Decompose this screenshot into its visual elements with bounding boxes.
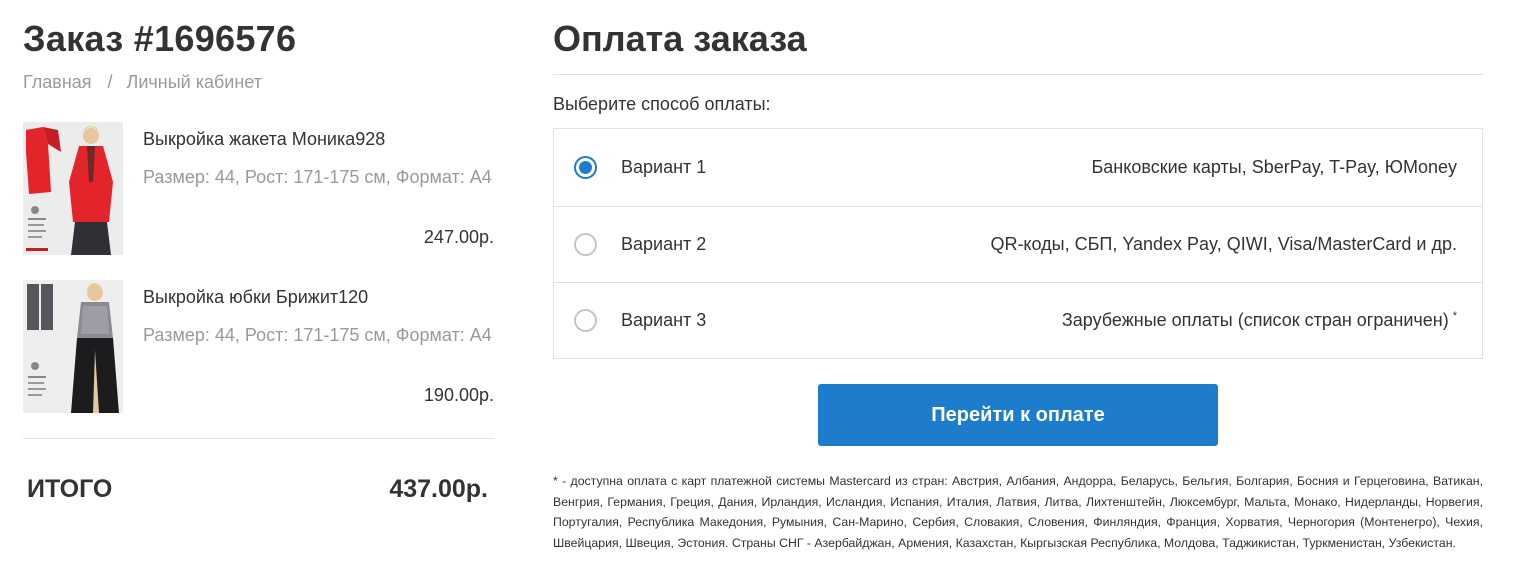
option-label: Вариант 3 bbox=[621, 310, 707, 330]
breadcrumb-account-link[interactable]: Личный кабинет bbox=[127, 72, 262, 92]
payment-option-1[interactable]: Вариант 1 Банковские карты, SberPay, T-P… bbox=[554, 129, 1482, 205]
option-description: Зарубежные оплаты (список стран ограниче… bbox=[1062, 310, 1457, 331]
jacket-pattern-thumbnail[interactable] bbox=[23, 122, 123, 255]
item-name[interactable]: Выкройка юбки Брижит120 bbox=[143, 287, 368, 308]
radio-unselected-icon[interactable] bbox=[574, 309, 597, 332]
option-description-text: QR-коды, СБП, Yandex Pay, QIWI, Visa/Mas… bbox=[990, 234, 1457, 254]
item-price: 247.00р. bbox=[423, 227, 494, 247]
proceed-to-payment-button[interactable]: Перейти к оплате bbox=[818, 384, 1218, 446]
order-divider bbox=[23, 438, 494, 439]
payment-footnote: * - доступна оплата с карт платежной сис… bbox=[553, 474, 1483, 550]
footnote-asterisk: * bbox=[1452, 310, 1457, 322]
payment-options: Вариант 1 Банковские карты, SberPay, T-P… bbox=[553, 128, 1483, 359]
breadcrumb: Главная / Личный кабинет bbox=[23, 72, 262, 93]
radio-unselected-icon[interactable] bbox=[574, 233, 597, 256]
total-label: ИТОГО bbox=[27, 475, 113, 503]
item-details: Размер: 44, Рост: 171-175 см, Формат: А4 bbox=[143, 167, 492, 187]
payment-title: Оплата заказа bbox=[553, 18, 807, 59]
total-value: 437.00р. bbox=[389, 475, 488, 503]
breadcrumb-separator: / bbox=[107, 72, 113, 92]
order-item: Выкройка юбки Брижит120 Размер: 44, Рост… bbox=[23, 280, 494, 413]
option-description: Банковские карты, SberPay, T-Pay, ЮMoney bbox=[1091, 157, 1457, 178]
option-description: QR-коды, СБП, Yandex Pay, QIWI, Visa/Mas… bbox=[990, 234, 1457, 255]
breadcrumb-home-link[interactable]: Главная bbox=[23, 72, 92, 92]
option-label: Вариант 2 bbox=[621, 234, 707, 254]
radio-selected-icon[interactable] bbox=[574, 156, 597, 179]
option-description-text: Банковские карты, SberPay, T-Pay, ЮMoney bbox=[1091, 157, 1457, 177]
item-name[interactable]: Выкройка жакета Моника928 bbox=[143, 129, 385, 150]
payment-option-3[interactable]: Вариант 3 Зарубежные оплаты (список стра… bbox=[554, 282, 1482, 358]
item-details: Размер: 44, Рост: 171-175 см, Формат: А4 bbox=[143, 325, 492, 345]
skirt-pattern-thumbnail[interactable] bbox=[23, 280, 123, 413]
item-price: 190.00р. bbox=[423, 385, 494, 405]
option-description-text: Зарубежные оплаты (список стран ограниче… bbox=[1061, 310, 1449, 330]
option-label: Вариант 1 bbox=[621, 157, 707, 177]
order-title: Заказ #1696576 bbox=[23, 18, 297, 59]
payment-prompt: Выберите способ оплаты: bbox=[553, 94, 771, 114]
order-item: Выкройка жакета Моника928 Размер: 44, Ро… bbox=[23, 122, 494, 255]
payment-divider bbox=[553, 74, 1483, 75]
payment-option-2[interactable]: Вариант 2 QR-коды, СБП, Yandex Pay, QIWI… bbox=[554, 206, 1482, 282]
